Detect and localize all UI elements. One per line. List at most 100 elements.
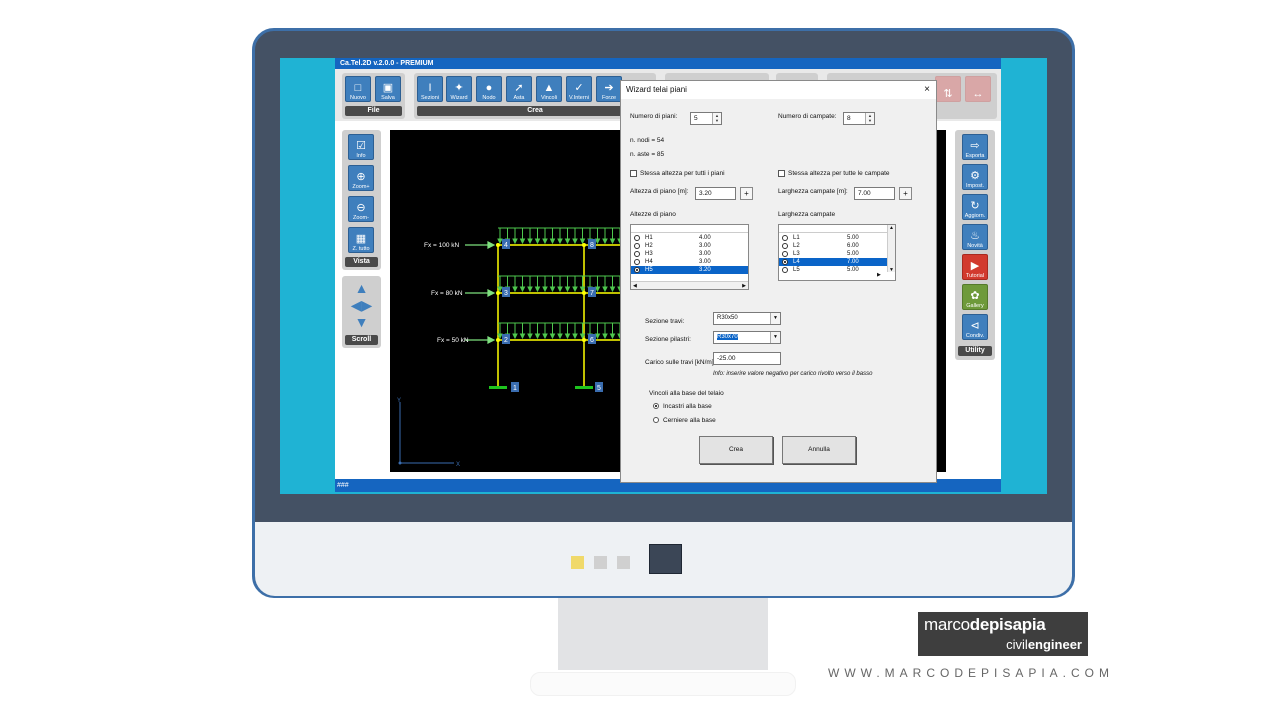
larghezze-row[interactable]: L3 5.00 bbox=[779, 250, 895, 258]
num-piani-spinner[interactable]: 5 ▲ ▼ bbox=[690, 112, 722, 125]
larghezze-row-name: L4 bbox=[793, 259, 800, 265]
altezze-row[interactable]: H4 3.00 bbox=[631, 258, 748, 266]
same-height-checkbox[interactable] bbox=[630, 170, 637, 177]
supports-button[interactable]: ▲ Vincoli bbox=[536, 76, 562, 102]
zoom-out-button[interactable]: ⊖ Zoom- bbox=[348, 196, 374, 222]
zoom-all-button[interactable]: ▦ Z. tutto bbox=[348, 227, 374, 253]
altezze-row[interactable]: H5 3.20 bbox=[631, 266, 748, 274]
origin-dot bbox=[398, 461, 402, 465]
larghezze-row[interactable]: L1 5.00 bbox=[779, 234, 895, 242]
zoom-all-icon: ▦ bbox=[355, 233, 367, 245]
monitor-stand bbox=[558, 598, 768, 670]
vertical-scrollbar[interactable]: ▲ ▼ bbox=[887, 225, 895, 273]
radio-indicator[interactable] bbox=[634, 251, 640, 257]
chevron-down-icon[interactable]: ▼ bbox=[770, 313, 780, 324]
spinner-arrows-icon[interactable]: ▲ ▼ bbox=[865, 113, 874, 124]
node-label-1: 1 bbox=[513, 385, 517, 392]
horizontal-scrollbar[interactable]: ◀ ▶ bbox=[631, 281, 748, 289]
sections-button[interactable]: I Sezioni bbox=[417, 76, 443, 102]
incastri-label: Incastri alla base bbox=[663, 403, 712, 410]
num-campate-label: Numero di campate: bbox=[778, 113, 837, 120]
monitor-indicator-grey-2 bbox=[617, 556, 630, 569]
forces-button[interactable]: ➔ Forze bbox=[596, 76, 622, 102]
radio-indicator[interactable] bbox=[634, 243, 640, 249]
sezione-pilastri-value: R30x70 bbox=[717, 334, 738, 340]
sezione-travi-select[interactable]: R30x50 ▼ bbox=[713, 312, 781, 325]
force-icon: ➔ bbox=[604, 82, 614, 94]
refresh-button[interactable]: ↻ Aggiorn. bbox=[962, 194, 988, 220]
num-piani-label: Numero di piani: bbox=[630, 113, 678, 120]
larghezza-campate-input[interactable]: 7.00 bbox=[854, 187, 895, 200]
force-label-bottom: Fx = 50 kN bbox=[437, 337, 469, 344]
analysis-button-1[interactable]: ⇅ bbox=[935, 76, 961, 102]
radio-indicator[interactable] bbox=[782, 235, 788, 241]
spinner-arrows-icon[interactable]: ▲ ▼ bbox=[712, 113, 721, 124]
brand-logo: marcodepisapia civilengineer bbox=[918, 612, 1088, 656]
new-button[interactable]: □ Nuovo bbox=[345, 76, 371, 102]
info-button[interactable]: ☑ Info bbox=[348, 134, 374, 160]
listbox-header bbox=[779, 225, 895, 233]
tutorial-button[interactable]: ▶ Tutorial bbox=[962, 254, 988, 280]
same-width-checkbox[interactable] bbox=[778, 170, 785, 177]
scroll-arrows[interactable]: ▲ ◀▶ ▼ bbox=[345, 280, 378, 332]
save-button[interactable]: ▣ Salva bbox=[375, 76, 401, 102]
radio-indicator[interactable] bbox=[634, 235, 640, 241]
monitor-base bbox=[530, 672, 796, 696]
beam-button[interactable]: ➚ Asta bbox=[506, 76, 532, 102]
carico-label: Carico sulle travi [kN/m]: bbox=[645, 359, 716, 366]
carico-input[interactable]: -25.00 bbox=[713, 352, 781, 365]
altezza-piano-label: Altezza di piano [m]: bbox=[630, 188, 689, 195]
add-larghezza-button[interactable]: + bbox=[899, 187, 912, 200]
radio-indicator[interactable] bbox=[782, 243, 788, 249]
larghezze-row-name: L2 bbox=[793, 243, 800, 249]
gallery-icon: ✿ bbox=[970, 290, 980, 302]
altezze-row[interactable]: H2 3.00 bbox=[631, 242, 748, 250]
settings-button[interactable]: ⚙ Impost. bbox=[962, 164, 988, 190]
larghezze-row[interactable]: L4 7.00 bbox=[779, 258, 895, 266]
dialog-title: Wizard telai piani bbox=[621, 81, 936, 99]
wizard-button[interactable]: ✦ Wizard bbox=[446, 76, 472, 102]
radio-indicator[interactable] bbox=[782, 259, 788, 265]
monitor-webcam bbox=[649, 544, 682, 574]
node-label-2: 2 bbox=[504, 337, 508, 344]
arrow-left-right-icon[interactable]: ◀▶ bbox=[345, 297, 378, 314]
close-icon[interactable]: × bbox=[924, 81, 930, 99]
share-button[interactable]: ⊲ Condiv. bbox=[962, 314, 988, 340]
incastri-radio[interactable] bbox=[653, 403, 659, 409]
export-icon: ⇨ bbox=[970, 140, 980, 152]
cerniere-radio[interactable] bbox=[653, 417, 659, 423]
brand-url[interactable]: WWW.MARCODEPISAPIA.COM bbox=[828, 666, 1114, 680]
zoom-in-button[interactable]: ⊕ Zoom+ bbox=[348, 165, 374, 191]
news-button[interactable]: ♨ Novità bbox=[962, 224, 988, 250]
listbox-header bbox=[631, 225, 748, 233]
larghezze-row-value: 5.00 bbox=[847, 235, 859, 241]
larghezze-list-label: Larghezza campate bbox=[778, 211, 836, 218]
add-altezza-button[interactable]: + bbox=[740, 187, 753, 200]
num-campate-spinner[interactable]: 8 ▲ ▼ bbox=[843, 112, 875, 125]
internal-constraints-button[interactable]: ✓ V.Interni bbox=[566, 76, 592, 102]
settings-gear-icon: ⚙ bbox=[970, 170, 980, 182]
sezione-pilastri-select[interactable]: R30x70 ▼ bbox=[713, 331, 781, 344]
n-nodi-text: n. nodi = 54 bbox=[630, 137, 665, 144]
section-icon: I bbox=[428, 82, 432, 94]
radio-indicator[interactable] bbox=[634, 267, 640, 273]
chevron-down-icon[interactable]: ▼ bbox=[770, 332, 780, 343]
altezze-listbox[interactable]: H1 4.00 H2 3.00 H3 3.00 H4 3.00 H5 3.20 ◀ ▶ bbox=[630, 224, 749, 290]
altezza-piano-input[interactable]: 3.20 bbox=[695, 187, 736, 200]
zoom-out-icon: ⊖ bbox=[356, 202, 366, 214]
radio-indicator[interactable] bbox=[634, 259, 640, 265]
arrow-up-icon[interactable]: ▲ bbox=[345, 280, 378, 297]
larghezze-row[interactable]: L2 6.00 bbox=[779, 242, 895, 250]
node-button[interactable]: ● Nodo bbox=[476, 76, 502, 102]
radio-indicator[interactable] bbox=[782, 251, 788, 257]
arrow-down-icon[interactable]: ▼ bbox=[345, 314, 378, 331]
altezze-row[interactable]: H3 3.00 bbox=[631, 250, 748, 258]
distributed-load-icon: ⇅ bbox=[943, 88, 953, 100]
crea-button[interactable]: Crea bbox=[699, 436, 773, 464]
scroll-right-icon[interactable]: ▶ bbox=[877, 272, 881, 278]
gallery-button[interactable]: ✿ Gallery bbox=[962, 284, 988, 310]
annulla-button[interactable]: Annulla bbox=[782, 436, 856, 464]
export-button[interactable]: ⇨ Esporta bbox=[962, 134, 988, 160]
altezze-row[interactable]: H1 4.00 bbox=[631, 234, 748, 242]
analysis-button-2[interactable]: ↔ bbox=[965, 76, 991, 102]
